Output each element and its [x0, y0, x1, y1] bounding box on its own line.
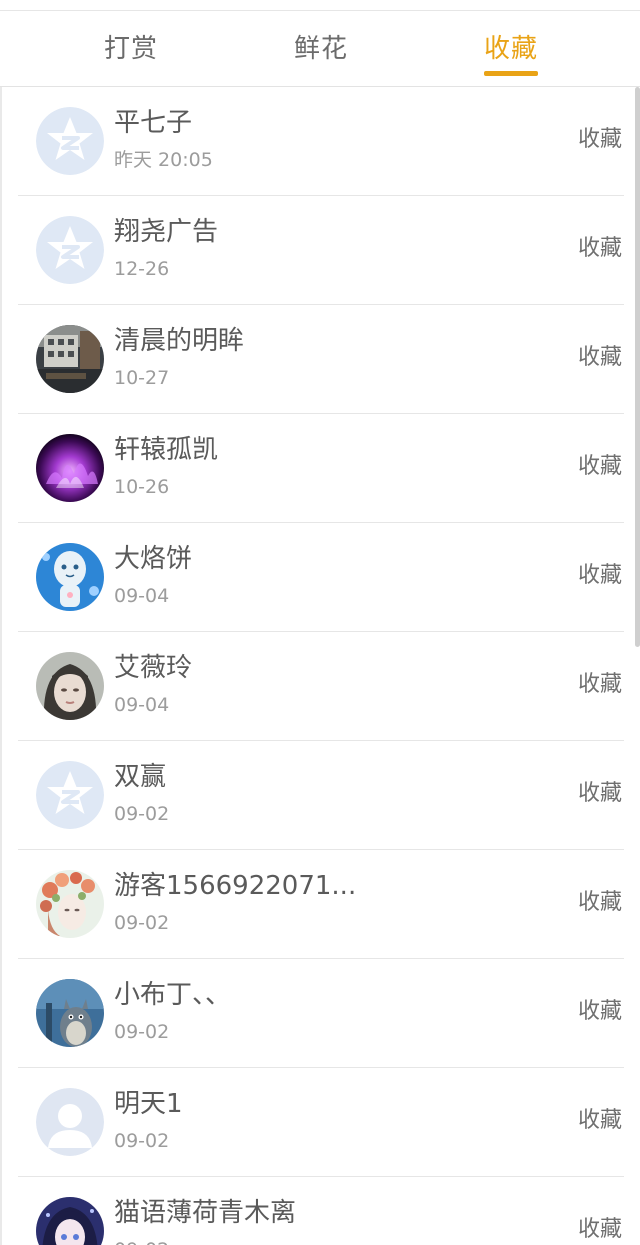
user-name: 艾薇玲: [114, 653, 193, 683]
tab-favorites[interactable]: 收藏: [484, 29, 539, 76]
default-qzone-star-icon[interactable]: [36, 107, 104, 175]
favorite-label: 收藏: [577, 1217, 622, 1242]
user-name: 双赢: [114, 762, 167, 792]
favorite-label: 收藏: [577, 127, 622, 152]
timestamp: 09-02: [114, 912, 170, 934]
list-item[interactable]: 平七子 昨天 20:05 收藏: [18, 87, 624, 196]
timestamp: 09-02: [114, 1237, 169, 1245]
list-item[interactable]: 明天1 09-02 收藏: [18, 1068, 624, 1177]
flower-girl-photo[interactable]: [36, 870, 104, 938]
user-name: 明天1: [114, 1089, 183, 1119]
favorite-label: 收藏: [577, 1108, 622, 1133]
favorite-label: 收藏: [577, 563, 622, 588]
list-item[interactable]: 翔尧广告 12-26 收藏: [18, 196, 624, 305]
totoro-photo[interactable]: [36, 979, 104, 1047]
user-name: 平七子: [114, 108, 193, 138]
timestamp: 10-26: [114, 476, 170, 498]
list-item[interactable]: 艾薇玲 09-04 收藏: [18, 632, 624, 741]
list-item[interactable]: 轩辕孤凯 10-26 收藏: [18, 414, 624, 523]
list-item[interactable]: 小布丁、、 09-02 收藏: [18, 959, 624, 1068]
user-name: 清晨的明眸: [114, 326, 245, 356]
tab-flowers[interactable]: 鲜花: [294, 29, 348, 69]
favorite-label: 收藏: [577, 781, 622, 806]
favorite-label: 收藏: [577, 454, 622, 479]
favorite-label: 收藏: [577, 345, 622, 370]
user-name: 小布丁、、: [114, 980, 232, 1010]
favorite-label: 收藏: [577, 890, 622, 915]
favorite-label: 收藏: [577, 672, 622, 697]
favorites-list[interactable]: 平七子 昨天 20:05 收藏 翔尧广告 12-26 收藏 清晨的明眸 10-2…: [0, 87, 640, 1245]
list-item[interactable]: 游客1566922071... 09-02 收藏: [18, 850, 624, 959]
default-qzone-star-icon[interactable]: [36, 216, 104, 284]
purple-flame-photo[interactable]: [36, 434, 104, 502]
timestamp: 10-27: [114, 367, 170, 389]
timestamp: 09-04: [114, 694, 170, 716]
list-item[interactable]: 双赢 09-02 收藏: [18, 741, 624, 850]
tab-reward[interactable]: 打赏: [104, 29, 158, 69]
user-name: 大烙饼: [114, 544, 193, 574]
timestamp: 09-02: [114, 1021, 170, 1043]
tab-bar: 打赏 鲜花 收藏: [0, 11, 640, 87]
status-strip: [0, 0, 640, 11]
timestamp: 09-02: [114, 1130, 170, 1152]
building-photo[interactable]: [36, 325, 104, 393]
cartoon-character-photo[interactable]: [36, 543, 104, 611]
list-item[interactable]: 清晨的明眸 10-27 收藏: [18, 305, 624, 414]
timestamp: 12-26: [114, 258, 170, 280]
scrollbar[interactable]: [635, 87, 640, 647]
favorite-label: 收藏: [577, 236, 622, 261]
portrait-photo[interactable]: [36, 652, 104, 720]
default-person-icon[interactable]: [36, 1088, 104, 1156]
timestamp: 09-04: [114, 585, 170, 607]
user-name: 翔尧广告: [114, 217, 219, 247]
favorite-label: 收藏: [577, 999, 622, 1024]
user-name: 轩辕孤凯: [114, 435, 219, 465]
user-name: 猫语薄荷青木离: [114, 1198, 297, 1228]
list-item[interactable]: 猫语薄荷青木离 09-02 收藏: [18, 1177, 624, 1245]
list-item[interactable]: 大烙饼 09-04 收藏: [18, 523, 624, 632]
timestamp: 昨天 20:05: [114, 149, 213, 171]
default-qzone-star-icon[interactable]: [36, 761, 104, 829]
anime-girl-photo[interactable]: [36, 1197, 104, 1245]
user-name: 游客1566922071...: [114, 871, 357, 901]
timestamp: 09-02: [114, 803, 170, 825]
